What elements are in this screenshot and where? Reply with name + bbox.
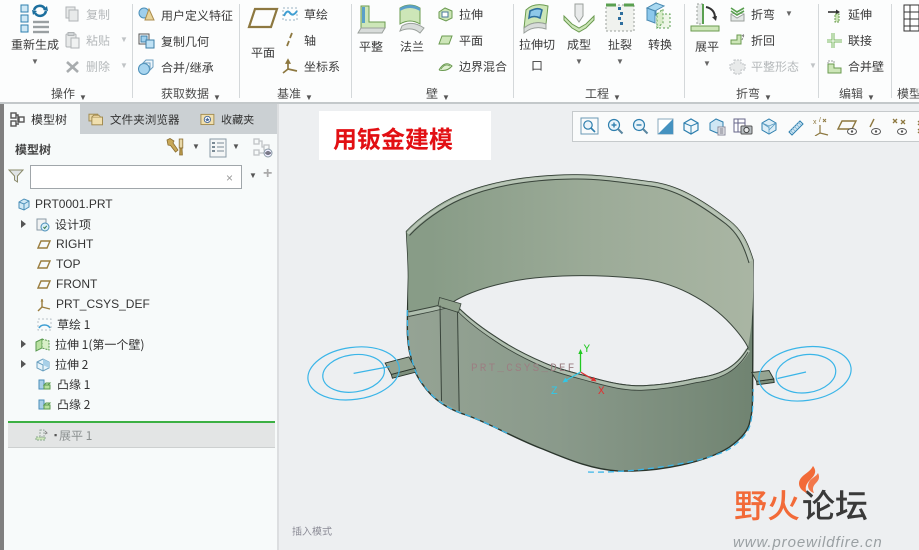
svg-text:Y: Y [584, 344, 591, 356]
svg-text:Z: Z [551, 386, 558, 398]
svg-text:x: x [813, 119, 817, 126]
svg-text:PRT_CSYS_DEF: PRT_CSYS_DEF [471, 363, 577, 375]
svg-text:/: / [819, 117, 821, 124]
svg-text:X: X [598, 386, 605, 398]
